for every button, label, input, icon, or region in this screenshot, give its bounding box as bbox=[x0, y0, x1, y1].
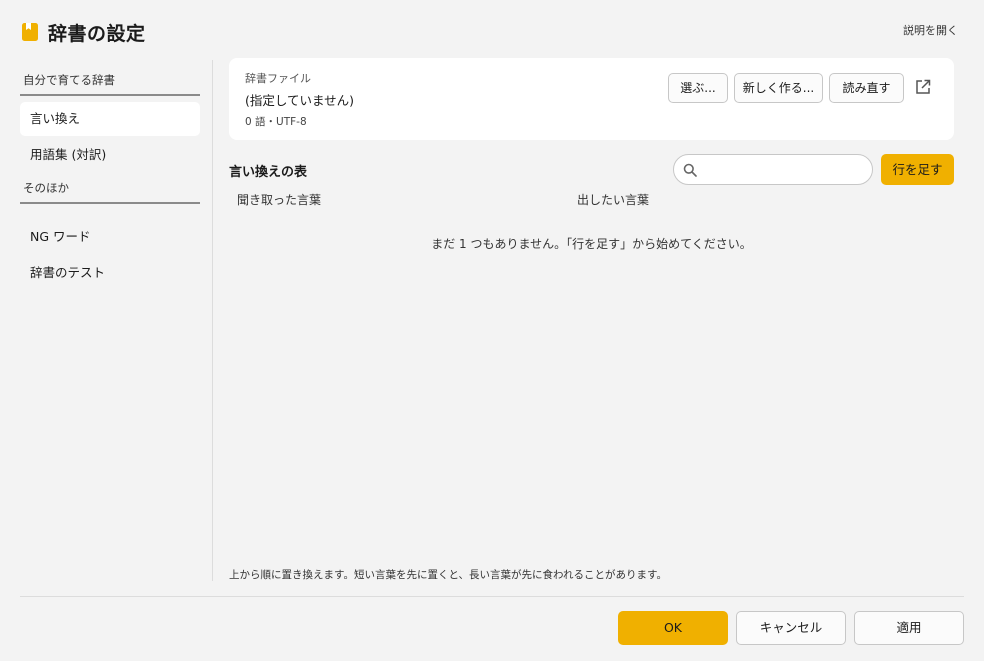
sidebar-divider bbox=[212, 60, 213, 581]
create-file-button[interactable]: 新しく作る... bbox=[734, 73, 823, 103]
file-path-value: (指定していません) bbox=[245, 93, 355, 108]
search-icon bbox=[683, 163, 697, 177]
sidebar-item-glossary[interactable]: 用語集 (対訳) bbox=[20, 138, 200, 172]
apply-button[interactable]: 適用 bbox=[854, 611, 964, 645]
sidebar-item-ng-words[interactable]: NG ワード bbox=[20, 220, 200, 254]
footer-divider bbox=[20, 596, 964, 597]
sidebar-item-rephrase[interactable]: 言い換え bbox=[20, 102, 200, 136]
external-link-icon[interactable] bbox=[914, 78, 932, 96]
sidebar-item-dictionary-test[interactable]: 辞書のテスト bbox=[20, 256, 200, 290]
book-icon bbox=[22, 23, 38, 41]
dictionary-file-card: 辞書ファイル (指定していません) 0 語・UTF-8 選ぶ... 新しく作る.… bbox=[229, 58, 954, 140]
file-meta: 0 語・UTF-8 bbox=[245, 116, 307, 128]
reload-file-button[interactable]: 読み直す bbox=[829, 73, 904, 103]
cancel-button[interactable]: キャンセル bbox=[736, 611, 846, 645]
table-title: 言い換えの表 bbox=[229, 165, 308, 180]
file-label: 辞書ファイル bbox=[245, 72, 311, 85]
dialog-title-bar: 辞書の設定 bbox=[22, 18, 146, 46]
empty-table-message: まだ 1 つもありません。「行を足す」から始めてください。 bbox=[431, 237, 752, 251]
choose-file-button[interactable]: 選ぶ... bbox=[668, 73, 728, 103]
column-header-output: 出したい言葉 bbox=[577, 193, 650, 207]
page-title: 辞書の設定 bbox=[48, 22, 146, 45]
search-box[interactable] bbox=[673, 154, 873, 185]
add-row-button[interactable]: 行を足す bbox=[881, 154, 954, 185]
sidebar-section-own-dictionaries: 自分で育てる辞書 bbox=[20, 66, 200, 96]
column-header-heard: 聞き取った言葉 bbox=[237, 193, 322, 207]
sidebar-section-other: そのほか bbox=[20, 174, 200, 204]
help-link[interactable]: 説明を開く bbox=[903, 22, 958, 38]
search-input[interactable] bbox=[704, 158, 868, 183]
footnote: 上から順に置き換えます。短い言葉を先に置くと、長い言葉が先に食われることがありま… bbox=[229, 569, 667, 581]
sidebar: 自分で育てる辞書 言い換え 用語集 (対訳) そのほか NG ワード 辞書のテス… bbox=[20, 66, 200, 292]
ok-button[interactable]: OK bbox=[618, 611, 728, 645]
